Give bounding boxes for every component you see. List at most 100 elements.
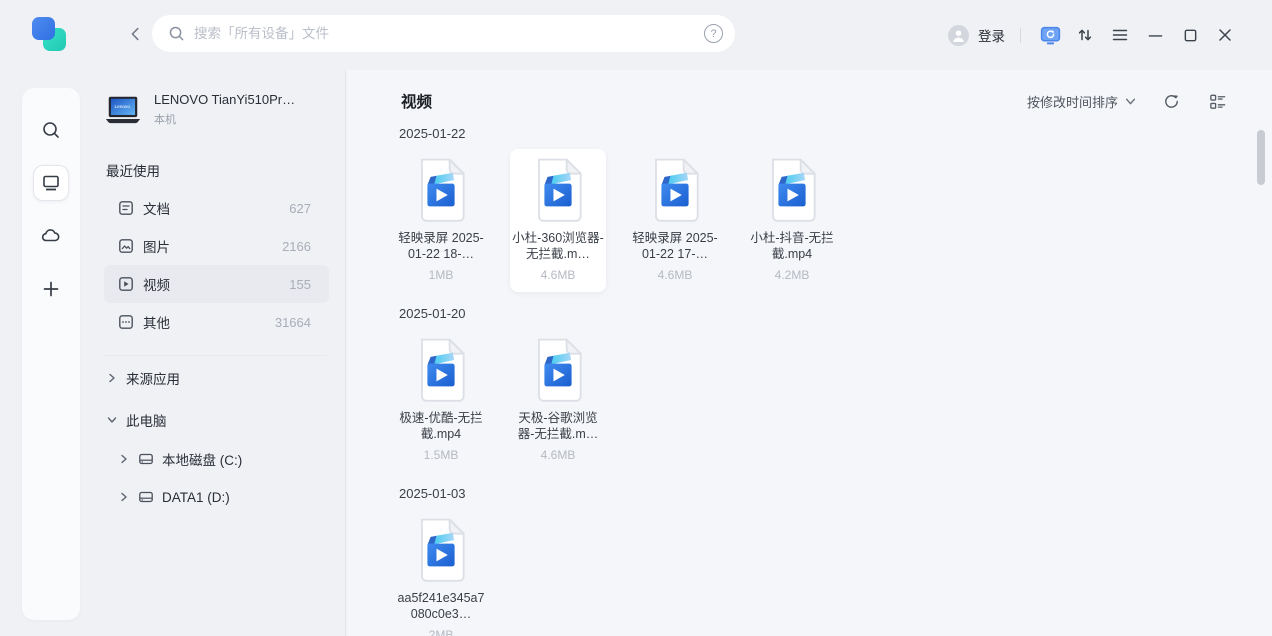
close-button[interactable]: [1214, 24, 1236, 46]
category-label: 视频: [143, 274, 170, 294]
category-count: 2166: [282, 239, 311, 254]
file-name: 小杜-抖音-无拦截.mp4: [746, 230, 838, 262]
date-group-label: 2025-01-22: [399, 126, 1228, 141]
image-icon: [118, 238, 134, 254]
file-size: 4.6MB: [510, 448, 606, 462]
sidebar: Lenovo LENOVO TianYi510Pr… 本机 最近使用 文档 62…: [80, 70, 346, 636]
sidebar-item-documents[interactable]: 文档 627: [104, 189, 329, 227]
help-icon[interactable]: ?: [704, 24, 723, 43]
file-card[interactable]: 天极-谷歌浏览器-无拦截.m… 4.6MB: [510, 329, 606, 472]
ellipsis-icon: [118, 314, 134, 330]
refresh-button[interactable]: [1160, 90, 1182, 112]
tree-label: DATA1 (D:): [162, 490, 230, 505]
disk-icon: [138, 451, 154, 467]
minimize-button[interactable]: [1144, 24, 1166, 46]
date-group-label: 2025-01-20: [399, 306, 1228, 321]
disk-icon: [138, 489, 154, 505]
file-name: 轻映录屏 2025-01-22 17-…: [629, 230, 721, 262]
video-icon: [118, 276, 134, 292]
file-size: 1MB: [393, 268, 489, 282]
video-file-icon: [412, 157, 470, 223]
file-name: 极速-优酷-无拦截.mp4: [395, 410, 487, 442]
transfer-list-icon[interactable]: [1074, 24, 1096, 46]
back-button[interactable]: [125, 23, 147, 45]
file-size: 4.2MB: [744, 268, 840, 282]
file-size: 2MB: [393, 628, 489, 636]
scrollbar-thumb[interactable]: [1257, 130, 1265, 185]
video-file-icon: [529, 337, 587, 403]
video-file-icon: [646, 157, 704, 223]
titlebar-actions: 登录: [948, 0, 1236, 70]
file-row: 极速-优酷-无拦截.mp4 1.5MB 天极-谷歌浏览器-无拦截.m… 4.6M…: [393, 329, 1228, 472]
search-input[interactable]: [194, 26, 704, 41]
tree-label: 来源应用: [126, 368, 180, 388]
sidebar-rail: [22, 88, 80, 620]
menu-button[interactable]: [1109, 24, 1131, 46]
sort-dropdown[interactable]: 按修改时间排序: [1027, 92, 1136, 111]
file-name: 轻映录屏 2025-01-22 18-…: [395, 230, 487, 262]
file-size: 4.6MB: [627, 268, 723, 282]
device-name: LENOVO TianYi510Pr…: [154, 92, 295, 107]
video-file-icon: [412, 337, 470, 403]
file-size: 1.5MB: [393, 448, 489, 462]
search-bar[interactable]: ?: [152, 15, 735, 52]
chevron-down-icon: [106, 415, 118, 425]
category-label: 其他: [143, 312, 170, 332]
tree-label: 本地磁盘 (C:): [162, 449, 242, 469]
recent-header: 最近使用: [106, 160, 345, 180]
app-logo-icon: [32, 17, 66, 51]
file-name: 天极-谷歌浏览器-无拦截.m…: [512, 410, 604, 442]
rail-cloud-button[interactable]: [33, 218, 69, 254]
sidebar-item-others[interactable]: 其他 31664: [104, 303, 329, 341]
chevron-down-icon: [1125, 96, 1136, 107]
laptop-image: Lenovo: [104, 95, 142, 125]
sidebar-divider: [104, 355, 327, 356]
file-name: aa5f241e345a7080c0e3…: [395, 590, 487, 622]
file-name: 小杜-360浏览器-无拦截.m…: [512, 230, 604, 262]
category-count: 155: [289, 277, 311, 292]
rail-add-button[interactable]: [33, 271, 69, 307]
category-label: 图片: [143, 236, 170, 256]
device-sync-icon[interactable]: [1039, 24, 1061, 46]
file-card-selected[interactable]: 小杜-360浏览器-无拦截.m… 4.6MB: [510, 149, 606, 292]
rail-search-button[interactable]: [33, 112, 69, 148]
maximize-button[interactable]: [1179, 24, 1201, 46]
tree-label: 此电脑: [126, 410, 167, 430]
category-label: 文档: [143, 198, 170, 218]
tree-item-disk-d[interactable]: DATA1 (D:): [118, 478, 345, 516]
video-file-icon: [529, 157, 587, 223]
file-card[interactable]: aa5f241e345a7080c0e3… 2MB: [393, 509, 489, 636]
search-icon: [168, 25, 185, 42]
avatar-icon: [948, 25, 969, 46]
page-title: 视频: [401, 90, 432, 112]
chevron-right-icon: [118, 492, 130, 502]
sort-label: 按修改时间排序: [1027, 92, 1118, 111]
file-row: aa5f241e345a7080c0e3… 2MB: [393, 509, 1228, 636]
tree-item-source-apps[interactable]: 来源应用: [106, 358, 345, 398]
main-content: 视频 按修改时间排序 2025-01-22: [347, 70, 1272, 636]
login-label: 登录: [978, 25, 1005, 45]
svg-text:Lenovo: Lenovo: [114, 104, 130, 110]
category-count: 627: [289, 201, 311, 216]
file-card[interactable]: 小杜-抖音-无拦截.mp4 4.2MB: [744, 149, 840, 292]
file-card[interactable]: 轻映录屏 2025-01-22 17-… 4.6MB: [627, 149, 723, 292]
file-size: 4.6MB: [510, 268, 606, 282]
view-toggle-button[interactable]: [1206, 90, 1228, 112]
chevron-right-icon: [118, 454, 130, 464]
device-subtitle: 本机: [154, 111, 295, 127]
video-file-icon: [412, 517, 470, 583]
tree-item-disk-c[interactable]: 本地磁盘 (C:): [118, 440, 345, 478]
device-item[interactable]: Lenovo LENOVO TianYi510Pr… 本机: [104, 92, 345, 127]
chevron-right-icon: [106, 373, 118, 383]
sidebar-item-videos[interactable]: 视频 155: [104, 265, 329, 303]
login-button[interactable]: 登录: [948, 25, 1005, 46]
sidebar-item-pictures[interactable]: 图片 2166: [104, 227, 329, 265]
file-card[interactable]: 轻映录屏 2025-01-22 18-… 1MB: [393, 149, 489, 292]
video-file-icon: [763, 157, 821, 223]
rail-device-button[interactable]: [33, 165, 69, 201]
file-card[interactable]: 极速-优酷-无拦截.mp4 1.5MB: [393, 329, 489, 472]
tree-item-this-pc[interactable]: 此电脑: [106, 400, 345, 440]
app-window: ? 登录: [0, 0, 1272, 636]
titlebar-divider: [1020, 28, 1021, 43]
document-icon: [118, 200, 134, 216]
